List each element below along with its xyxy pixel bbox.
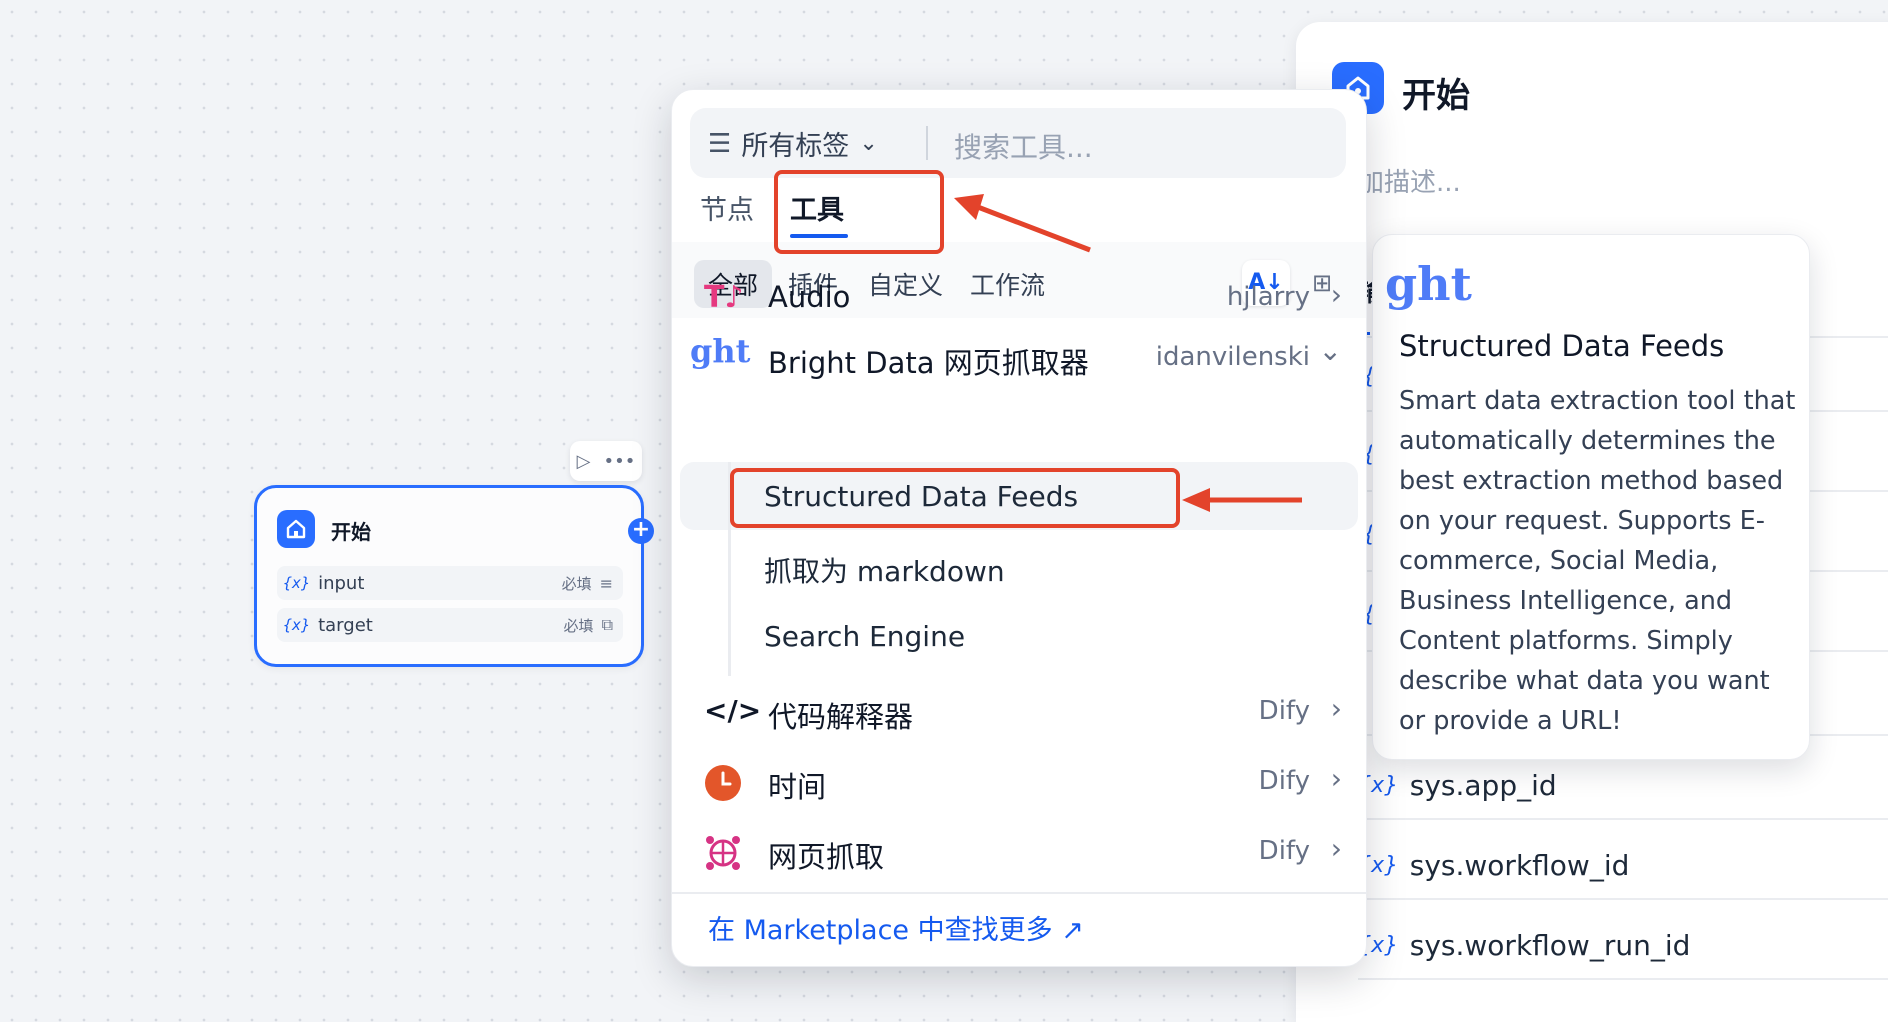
tool-item-code-interpreter[interactable]: </> 代码解释器 Dify › bbox=[672, 676, 1366, 746]
sys-var-name: sys.app_id bbox=[1409, 768, 1557, 802]
node-toolbar: ▷ ••• bbox=[570, 441, 642, 481]
required-badge: 必填 bbox=[561, 574, 592, 593]
run-icon[interactable]: ▷ bbox=[577, 451, 591, 472]
tab-nodes[interactable]: 节点 bbox=[700, 188, 754, 227]
tool-item-time[interactable]: 时间 Dify › bbox=[672, 746, 1366, 816]
variable-name: input bbox=[318, 572, 365, 594]
add-node-icon[interactable]: + bbox=[628, 518, 654, 544]
tool-author: Dify bbox=[1258, 766, 1310, 796]
start-node[interactable]: 开始 + {x} input 必填 ≡ {x} target 必填 ⧉ bbox=[254, 485, 654, 667]
annotation-arrow bbox=[954, 194, 1091, 253]
divider bbox=[926, 126, 928, 160]
web-scraper-icon bbox=[704, 834, 742, 872]
text-lines-icon: ≡ bbox=[599, 573, 613, 593]
variable-icon: {x} bbox=[283, 574, 311, 592]
tool-author: Dify bbox=[1258, 836, 1310, 866]
annotation-arrow bbox=[1182, 488, 1302, 512]
tool-item-web-scraper[interactable]: 网页抓取 Dify › bbox=[672, 816, 1366, 886]
more-icon[interactable]: ••• bbox=[604, 451, 636, 472]
variable-name: target bbox=[318, 614, 373, 636]
sub-tool-search-engine[interactable]: Search Engine bbox=[764, 620, 965, 653]
tool-label: 网页抓取 bbox=[768, 840, 885, 874]
audio-icon: T♪ bbox=[704, 280, 744, 315]
description-input[interactable]: 加描述... bbox=[1358, 162, 1461, 199]
chevron-right-icon: › bbox=[1330, 762, 1342, 795]
node-variable-row[interactable]: {x} target 必填 ⧉ bbox=[277, 608, 623, 642]
chevron-down-icon: ⌄ bbox=[1318, 334, 1342, 367]
variable-icon: {x} bbox=[283, 616, 311, 634]
filter-icon: ☰ bbox=[708, 128, 732, 159]
sub-tool-scrape-markdown[interactable]: 抓取为 markdown bbox=[764, 550, 1005, 590]
chevron-right-icon: › bbox=[1330, 692, 1342, 725]
code-icon: </> bbox=[704, 694, 762, 727]
search-bar: ☰ 所有标签 ⌄ 搜索工具... bbox=[690, 108, 1346, 178]
annotation-box-structured-data-feeds bbox=[730, 468, 1180, 528]
sys-var-name: sys.workflow_run_id bbox=[1409, 928, 1691, 962]
tool-author: idanvilenski bbox=[1155, 342, 1310, 372]
tool-label: 时间 bbox=[768, 770, 827, 804]
sys-var-row[interactable]: {x} sys.workflow_id bbox=[1358, 832, 1888, 900]
panel-title: 开始 bbox=[1402, 76, 1470, 116]
sys-var-name: sys.workflow_id bbox=[1409, 848, 1630, 882]
tool-label: Audio bbox=[768, 280, 851, 314]
tool-item-bright-data[interactable]: ght Bright Data 网页抓取器 idanvilenski ⌄ bbox=[672, 322, 1366, 392]
tooltip-title: Structured Data Feeds bbox=[1399, 329, 1725, 363]
sys-var-row[interactable]: {x} sys.app_id bbox=[1358, 752, 1888, 820]
marketplace-link[interactable]: 在 Marketplace 中查找更多 ↗ bbox=[708, 908, 1084, 947]
tool-author: Dify bbox=[1258, 696, 1310, 726]
sys-var-row[interactable]: {x} sys.workflow_run_id bbox=[1358, 912, 1888, 980]
tool-author: hjlarry bbox=[1226, 282, 1310, 312]
bright-data-logo: ght bbox=[690, 332, 751, 370]
chevron-right-icon: › bbox=[1330, 278, 1342, 311]
tool-tooltip: ght Structured Data Feeds Smart data ext… bbox=[1372, 234, 1810, 760]
tool-label: Bright Data 网页抓取器 bbox=[768, 346, 1089, 380]
divider bbox=[672, 892, 1366, 894]
required-badge: 必填 bbox=[563, 616, 594, 635]
chevron-right-icon: › bbox=[1330, 832, 1342, 865]
chevron-down-icon: ⌄ bbox=[859, 131, 878, 156]
bright-data-logo: ght bbox=[1385, 257, 1472, 311]
tag-filter-dropdown[interactable]: ☰ 所有标签 ⌄ bbox=[708, 124, 878, 163]
tooltip-description: Smart data extraction tool that automati… bbox=[1399, 386, 1796, 736]
node-title: 开始 bbox=[331, 520, 371, 544]
annotation-box-tools-tab bbox=[774, 170, 944, 254]
file-icon: ⧉ bbox=[601, 615, 613, 634]
tag-filter-label: 所有标签 bbox=[741, 131, 850, 162]
search-input[interactable]: 搜索工具... bbox=[954, 126, 1093, 166]
tool-label: 代码解释器 bbox=[768, 700, 914, 734]
clock-icon bbox=[704, 764, 742, 802]
home-icon bbox=[277, 510, 315, 548]
node-variable-row[interactable]: {x} input 必填 ≡ bbox=[277, 566, 623, 600]
